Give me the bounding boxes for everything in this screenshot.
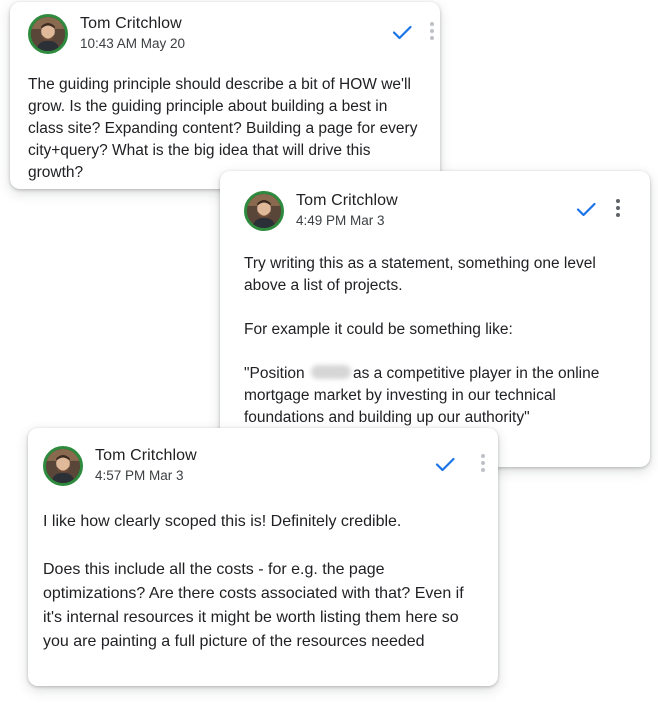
- comment-author: Tom Critchlow: [95, 447, 197, 464]
- comment-header: Tom Critchlow 10:43 AM May 20: [28, 14, 434, 62]
- avatar[interactable]: [244, 191, 284, 231]
- comment-body: I like how clearly scoped this is! Defin…: [43, 510, 482, 654]
- person-icon: [31, 17, 65, 51]
- comment-paragraph: "Position as a competitive player in the…: [244, 365, 604, 426]
- checkmark-icon[interactable]: [390, 20, 414, 44]
- more-vert-icon[interactable]: [428, 20, 436, 42]
- redacted-text: [310, 365, 351, 379]
- comment-timestamp: 10:43 AM May 20: [80, 36, 186, 51]
- comment-author: Tom Critchlow: [80, 15, 182, 32]
- avatar[interactable]: [28, 14, 68, 54]
- comment-paragraph: For example it could be something like:: [244, 321, 513, 338]
- more-vert-icon[interactable]: [614, 197, 622, 219]
- checkmark-icon[interactable]: [574, 197, 598, 221]
- comment-timestamp: 4:57 PM Mar 3: [95, 468, 184, 483]
- quote-start: "Position: [244, 365, 309, 382]
- person-icon: [46, 449, 80, 483]
- comment-author: Tom Critchlow: [296, 192, 398, 209]
- comment-card: Tom Critchlow 4:49 PM Mar 3 Try writing …: [220, 171, 650, 467]
- more-vert-icon[interactable]: [479, 452, 487, 474]
- comment-card: Tom Critchlow 10:43 AM May 20 The guidin…: [10, 2, 440, 189]
- comment-paragraph: Does this include all the costs - for e.…: [43, 561, 469, 650]
- comment-timestamp: 4:49 PM Mar 3: [296, 213, 385, 228]
- comment-body: The guiding principle should describe a …: [28, 76, 422, 181]
- comment-paragraph: I like how clearly scoped this is! Defin…: [43, 513, 402, 530]
- comment-header: Tom Critchlow 4:49 PM Mar 3: [244, 191, 634, 239]
- comment-header: Tom Critchlow 4:57 PM Mar 3: [43, 446, 485, 494]
- comment-paragraph: Try writing this as a statement, somethi…: [244, 255, 601, 294]
- avatar[interactable]: [43, 446, 83, 486]
- checkmark-icon[interactable]: [433, 452, 457, 476]
- comment-card: Tom Critchlow 4:57 PM Mar 3 I like how c…: [28, 428, 498, 686]
- person-icon: [247, 194, 281, 228]
- comment-body: Try writing this as a statement, somethi…: [244, 253, 634, 429]
